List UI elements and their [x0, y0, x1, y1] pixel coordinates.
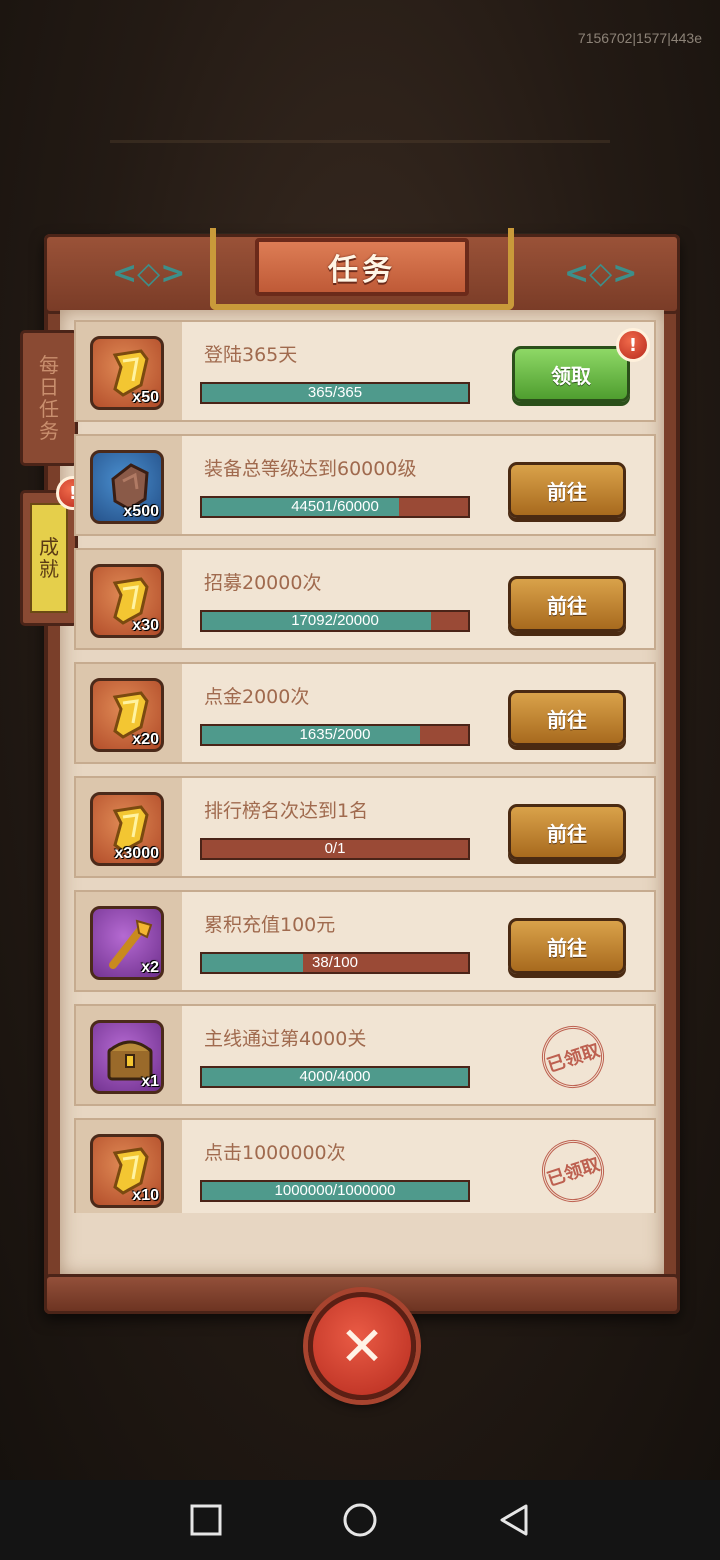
- reward-quantity: x2: [141, 959, 159, 976]
- tab-daily-label: 每日任务: [39, 354, 59, 442]
- tab-achievement-scroll: 成就: [30, 503, 68, 613]
- task-progress-bar: 0/1: [200, 838, 470, 860]
- reward-item[interactable]: x1: [90, 1020, 164, 1094]
- reward-item[interactable]: x20: [90, 678, 164, 752]
- tab-achievement-char: 就: [39, 557, 59, 581]
- system-nav-bar: [0, 1480, 720, 1560]
- task-title: 装备总等级达到60000级: [204, 458, 417, 480]
- progress-text: 0/1: [324, 840, 346, 857]
- task-row: x1 主线通过第4000关 4000/4000 已领取: [74, 1004, 656, 1106]
- reward-quantity: x30: [132, 617, 159, 634]
- reward-quantity: x1: [141, 1073, 159, 1090]
- task-progress-bar: 38/100: [200, 952, 470, 974]
- reward-quantity: x3000: [114, 845, 160, 862]
- panel-title: 任务: [255, 238, 469, 296]
- background-decoration: [110, 140, 610, 236]
- progress-text: 44501/60000: [291, 498, 379, 515]
- tab-daily-char: 日: [39, 375, 59, 399]
- task-progress-bar: 365/365: [200, 382, 470, 404]
- go-button[interactable]: 前往: [508, 690, 626, 746]
- reward-item[interactable]: x50: [90, 336, 164, 410]
- close-button[interactable]: ✕: [308, 1292, 416, 1400]
- progress-text: 38/100: [312, 954, 358, 971]
- reward-item[interactable]: x10: [90, 1134, 164, 1208]
- task-alert-badge: !: [616, 328, 650, 362]
- tab-daily-char: 任: [39, 397, 59, 421]
- tab-daily-char: 每: [39, 353, 59, 377]
- go-button[interactable]: 前往: [508, 918, 626, 974]
- task-row: x500 装备总等级达到60000级 44501/60000 前往: [74, 434, 656, 536]
- reward-quantity: x20: [132, 731, 159, 748]
- recent-apps-icon[interactable]: [188, 1502, 224, 1538]
- task-row: x30 招募20000次 17092/20000 前往: [74, 548, 656, 650]
- task-progress-bar: 1000000/1000000: [200, 1180, 470, 1202]
- progress-text: 1000000/1000000: [274, 1182, 396, 1199]
- progress-text: 365/365: [307, 384, 363, 401]
- eye-ornament-icon: <◇>: [112, 256, 186, 291]
- progress-text: 4000/4000: [299, 1068, 371, 1085]
- task-title: 招募20000次: [204, 572, 322, 594]
- task-title: 点击1000000次: [204, 1142, 346, 1164]
- reward-item[interactable]: x3000: [90, 792, 164, 866]
- tab-achievement-label: 成就: [39, 536, 59, 580]
- tab-daily-tasks[interactable]: 每日任务: [20, 330, 78, 466]
- task-row: x2 累积充值100元 38/100 前往: [74, 890, 656, 992]
- reward-item[interactable]: x500: [90, 450, 164, 524]
- task-list[interactable]: x50 登陆365天 365/365 领取! x500 装备总等级达到60000级 4450…: [74, 320, 656, 1213]
- go-button[interactable]: 前往: [508, 804, 626, 860]
- task-progress-bar: 4000/4000: [200, 1066, 470, 1088]
- task-progress-bar: 44501/60000: [200, 496, 470, 518]
- go-button[interactable]: 前往: [508, 462, 626, 518]
- task-title: 累积充值100元: [204, 914, 336, 936]
- task-progress-bar: 17092/20000: [200, 610, 470, 632]
- task-title: 登陆365天: [204, 344, 298, 366]
- back-icon[interactable]: [496, 1502, 532, 1538]
- task-title: 排行榜名次达到1名: [204, 800, 369, 822]
- task-progress-bar: 1635/2000: [200, 724, 470, 746]
- claim-button[interactable]: 领取: [512, 346, 630, 402]
- task-row: x20 点金2000次 1635/2000 前往: [74, 662, 656, 764]
- home-icon[interactable]: [342, 1502, 378, 1538]
- task-title: 主线通过第4000关: [204, 1028, 367, 1050]
- tab-achievements[interactable]: 成就: [20, 490, 78, 626]
- reward-quantity: x50: [132, 389, 159, 406]
- progress-text: 1635/2000: [299, 726, 371, 743]
- eye-ornament-icon: <◇>: [564, 256, 638, 291]
- reward-item[interactable]: x2: [90, 906, 164, 980]
- task-title: 点金2000次: [204, 686, 310, 708]
- build-id-label: 7156702|1577|443e: [577, 30, 702, 46]
- progress-text: 17092/20000: [291, 612, 379, 629]
- tab-achievement-char: 成: [39, 535, 59, 559]
- task-row: x10 点击1000000次 1000000/1000000 已领取: [74, 1118, 656, 1213]
- reward-item[interactable]: x30: [90, 564, 164, 638]
- go-button[interactable]: 前往: [508, 576, 626, 632]
- task-row: x50 登陆365天 365/365 领取!: [74, 320, 656, 422]
- tab-daily-char: 务: [39, 419, 59, 443]
- reward-quantity: x10: [132, 1187, 159, 1204]
- reward-quantity: x500: [123, 503, 159, 520]
- task-row: x3000 排行榜名次达到1名 0/1 前往: [74, 776, 656, 878]
